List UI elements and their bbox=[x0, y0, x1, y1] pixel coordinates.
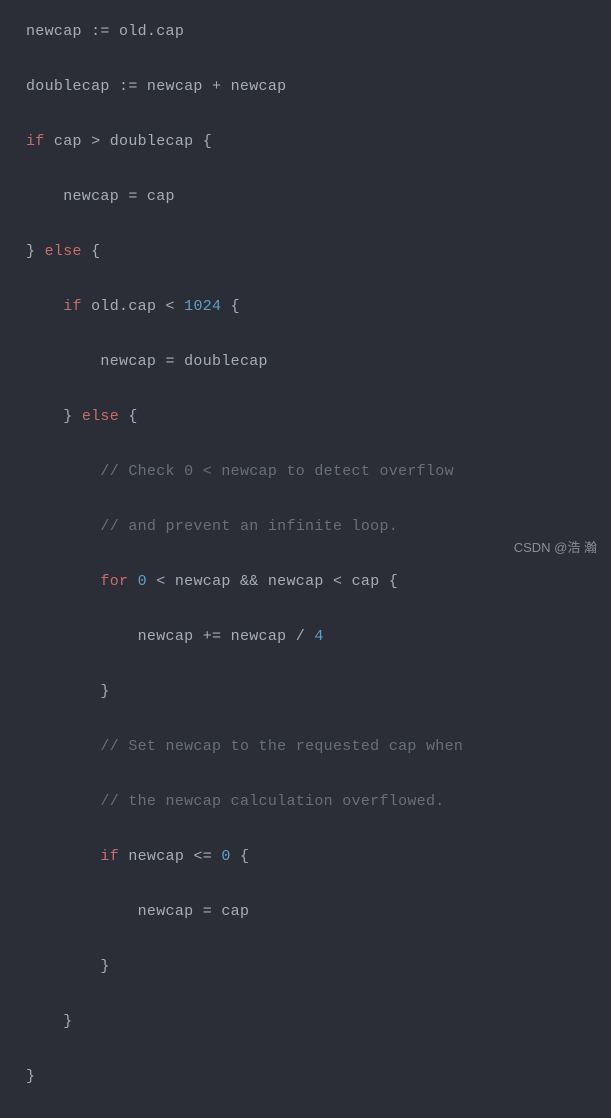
indent bbox=[26, 298, 63, 315]
comment: // and prevent an infinite loop. bbox=[100, 518, 398, 535]
code-text: } bbox=[63, 408, 82, 425]
comment: // the newcap calculation overflowed. bbox=[100, 793, 444, 810]
code-text: } bbox=[63, 1013, 72, 1030]
code-line: if old.cap < 1024 { bbox=[26, 293, 611, 321]
code-block: newcap := old.cap doublecap := newcap + … bbox=[26, 18, 611, 1118]
keyword-if: if bbox=[100, 848, 119, 865]
code-line: } bbox=[26, 678, 611, 706]
code-text: } bbox=[100, 958, 109, 975]
indent bbox=[26, 793, 100, 810]
code-text: newcap = cap bbox=[138, 903, 250, 920]
indent bbox=[26, 958, 100, 975]
indent bbox=[26, 463, 100, 480]
code-text: { bbox=[231, 848, 250, 865]
code-line: newcap = doublecap bbox=[26, 348, 611, 376]
code-line: newcap := old.cap bbox=[26, 18, 611, 46]
keyword-if: if bbox=[63, 298, 82, 315]
code-line: } bbox=[26, 1008, 611, 1036]
keyword-if: if bbox=[26, 133, 45, 150]
code-text: newcap := old.cap bbox=[26, 23, 184, 40]
code-line: if newcap <= 0 { bbox=[26, 843, 611, 871]
indent bbox=[26, 628, 138, 645]
indent bbox=[26, 573, 100, 590]
code-text: } bbox=[26, 1068, 35, 1085]
code-line: // Check 0 < newcap to detect overflow bbox=[26, 458, 611, 486]
indent bbox=[26, 903, 138, 920]
number-literal: 1024 bbox=[184, 298, 221, 315]
code-text: old.cap < bbox=[82, 298, 184, 315]
indent bbox=[26, 1013, 63, 1030]
code-text: { bbox=[82, 243, 101, 260]
code-line: doublecap := newcap + newcap bbox=[26, 73, 611, 101]
code-text bbox=[128, 573, 137, 590]
keyword-for: for bbox=[100, 573, 128, 590]
code-line: // the newcap calculation overflowed. bbox=[26, 788, 611, 816]
comment: // Check 0 < newcap to detect overflow bbox=[100, 463, 453, 480]
code-text: newcap <= bbox=[119, 848, 221, 865]
code-line: } else { bbox=[26, 238, 611, 266]
number-literal: 0 bbox=[138, 573, 147, 590]
code-line: if cap > doublecap { bbox=[26, 128, 611, 156]
code-line: } bbox=[26, 1063, 611, 1091]
indent bbox=[26, 848, 100, 865]
code-line: newcap += newcap / 4 bbox=[26, 623, 611, 651]
code-text: newcap += newcap / bbox=[138, 628, 315, 645]
code-text: doublecap := newcap + newcap bbox=[26, 78, 286, 95]
code-text: < newcap && newcap < cap { bbox=[147, 573, 398, 590]
number-literal: 4 bbox=[314, 628, 323, 645]
code-text: } bbox=[100, 683, 109, 700]
indent bbox=[26, 738, 100, 755]
comment: // Set newcap to the requested cap when bbox=[100, 738, 463, 755]
code-text: newcap = cap bbox=[26, 188, 175, 205]
indent bbox=[26, 408, 63, 425]
code-text: cap > doublecap { bbox=[45, 133, 212, 150]
number-literal: 0 bbox=[221, 848, 230, 865]
code-line: } else { bbox=[26, 403, 611, 431]
code-text: { bbox=[119, 408, 138, 425]
code-line: // Set newcap to the requested cap when bbox=[26, 733, 611, 761]
code-text: newcap = doublecap bbox=[100, 353, 267, 370]
code-line: for 0 < newcap && newcap < cap { bbox=[26, 568, 611, 596]
keyword-else: else bbox=[45, 243, 82, 260]
code-line: newcap = cap bbox=[26, 898, 611, 926]
code-line: newcap = cap bbox=[26, 183, 611, 211]
indent bbox=[26, 518, 100, 535]
code-text: { bbox=[221, 298, 240, 315]
code-text: } bbox=[26, 243, 45, 260]
keyword-else: else bbox=[82, 408, 119, 425]
code-line: } bbox=[26, 953, 611, 981]
indent bbox=[26, 683, 100, 700]
indent bbox=[26, 353, 100, 370]
watermark: CSDN @浩 瀚 bbox=[514, 534, 597, 562]
